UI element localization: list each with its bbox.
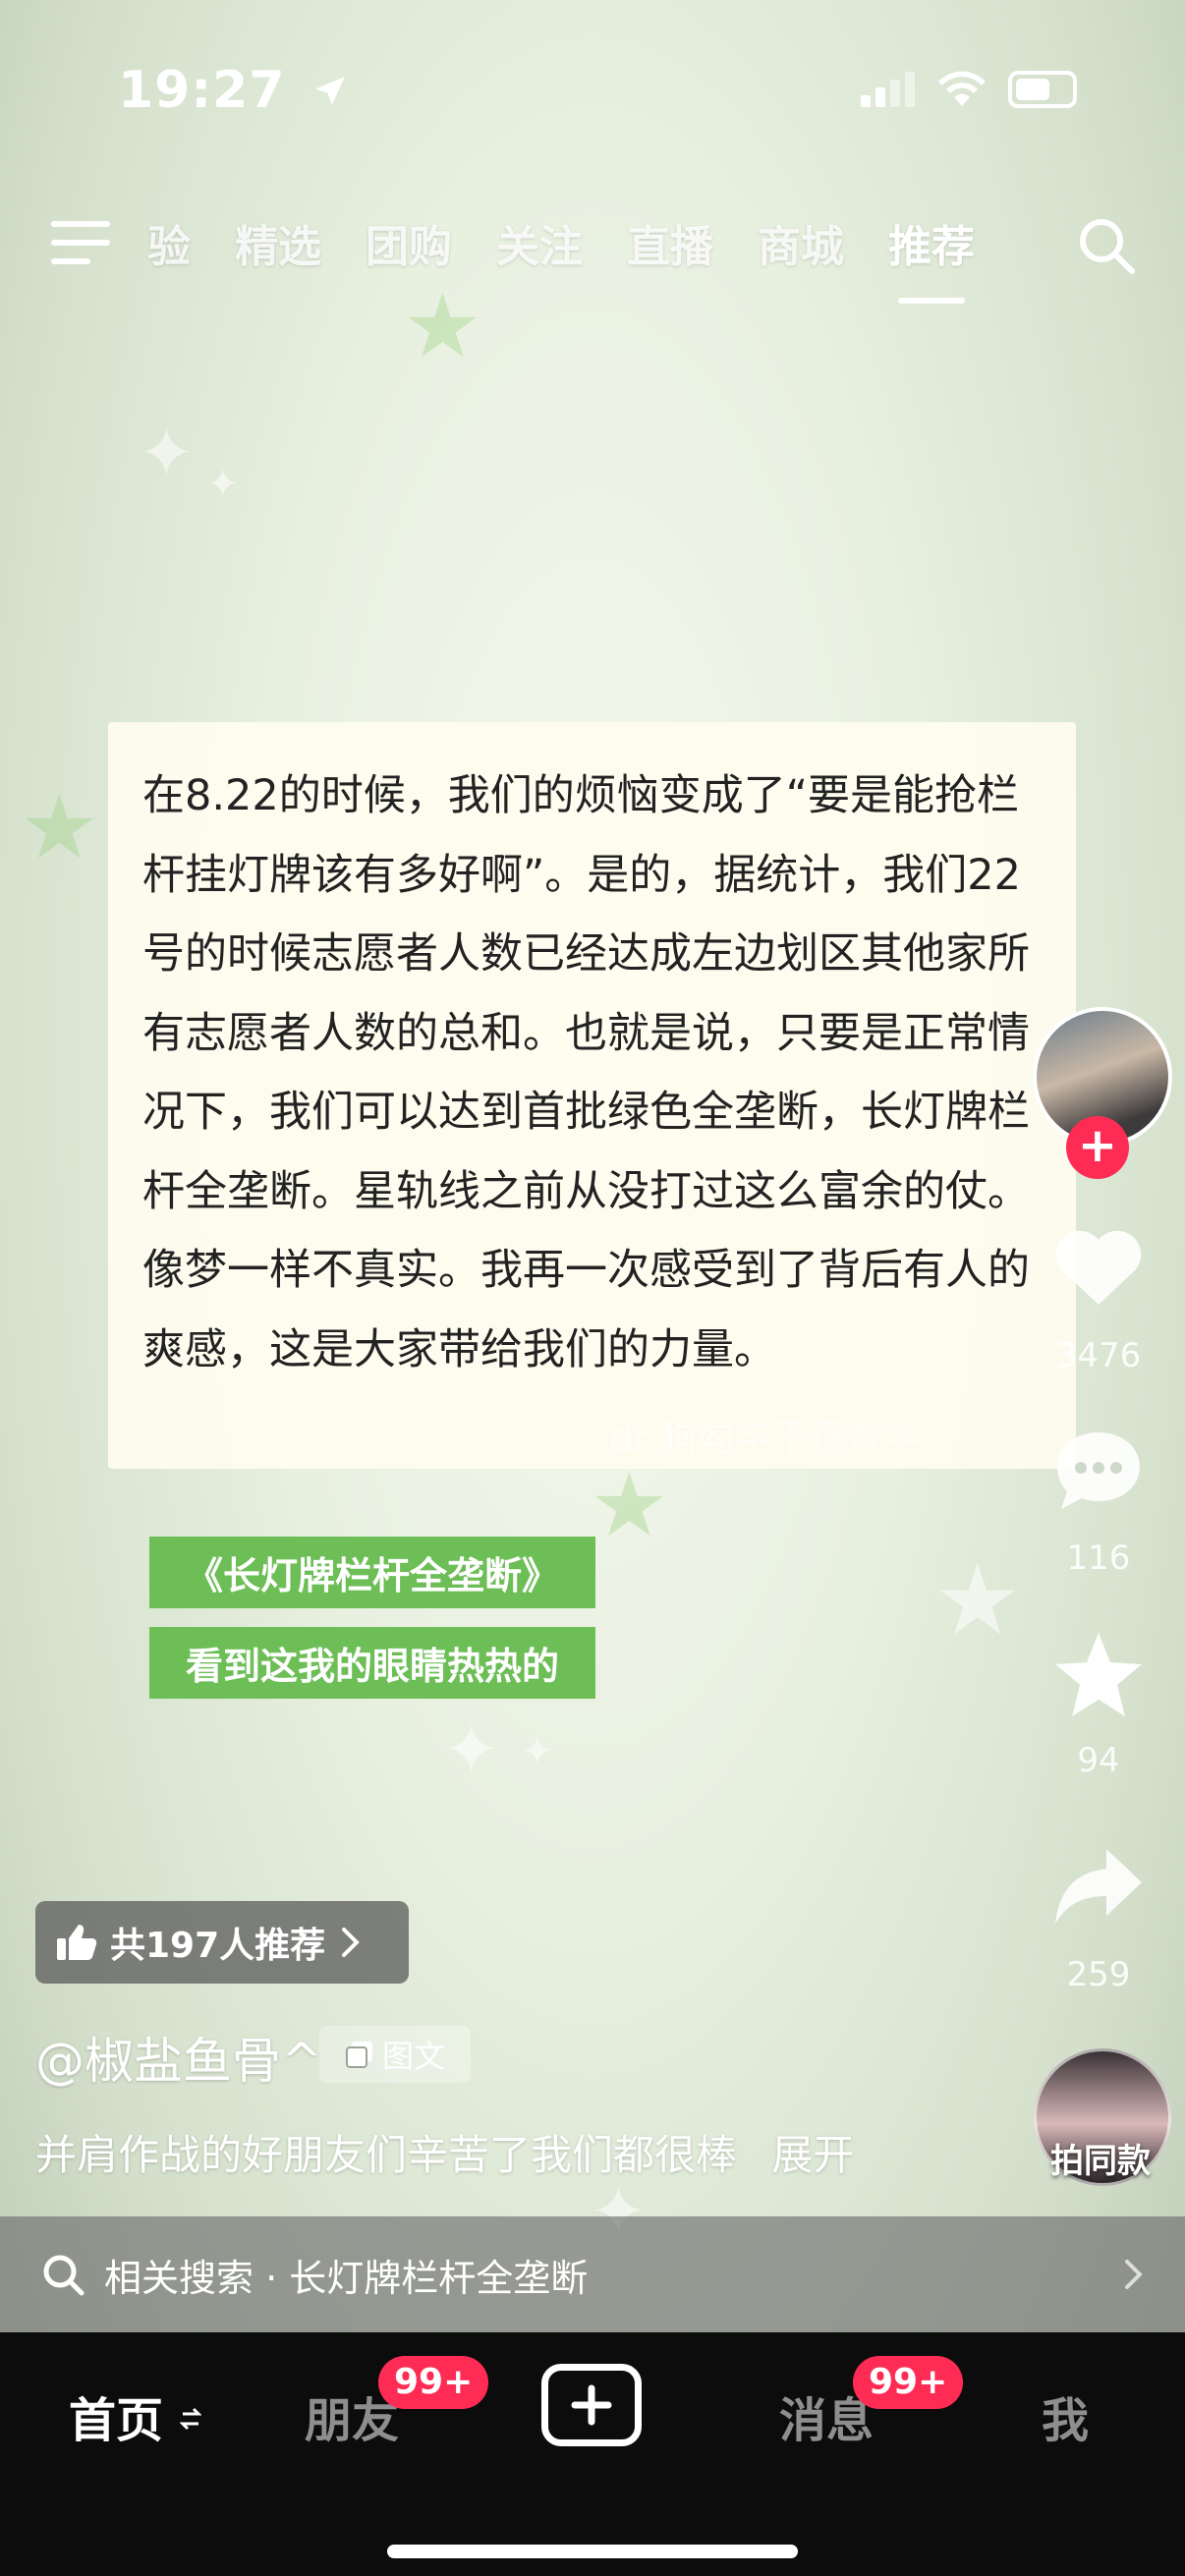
share-icon[interactable]	[1049, 1839, 1148, 1937]
highlight-tag: 《长灯牌栏杆全垄断》	[149, 1537, 595, 1608]
recommend-pill[interactable]: 共197人推荐	[35, 1901, 409, 1984]
status-icons	[861, 71, 1077, 108]
nav-home[interactable]: 首页	[69, 2381, 202, 2450]
related-search-text: 相关搜索 · 长灯牌栏杆全垄断	[104, 2256, 589, 2300]
tab-recommend[interactable]: 推荐	[888, 211, 975, 304]
favorite-count: 94	[1077, 1741, 1120, 1780]
tab-experience[interactable]: 验	[147, 211, 191, 274]
wifi-icon	[938, 71, 986, 106]
signal-icon	[861, 72, 915, 107]
star-decoration: ★	[403, 275, 482, 378]
chevron-right-icon	[342, 1928, 360, 1957]
related-search-bar[interactable]: 相关搜索 · 长灯牌栏杆全垄断	[0, 2216, 1185, 2332]
messages-badge: 99+	[853, 2356, 964, 2409]
sparkle-decoration: ✦	[138, 413, 196, 493]
chevron-right-icon	[1125, 2260, 1143, 2289]
star-decoration: ★	[20, 776, 99, 879]
sparkle-decoration: ✦	[442, 1709, 500, 1790]
share-count: 259	[1066, 1955, 1131, 1994]
images-icon	[345, 2042, 372, 2068]
create-button[interactable]	[541, 2364, 642, 2446]
tab-following[interactable]: 关注	[496, 211, 583, 274]
comment-count: 116	[1066, 1539, 1131, 1578]
nav-me[interactable]: 我	[1042, 2381, 1089, 2450]
top-nav: 验 精选 团购 关注 直播 商城 推荐	[0, 211, 1185, 304]
heart-icon[interactable]	[1049, 1218, 1148, 1316]
battery-icon	[1008, 71, 1077, 108]
post-body-text: 在8.22的时候，我们的烦恼变成了“要是能抢栏杆挂灯牌该有多好啊”。是的，据统计…	[142, 771, 1030, 1374]
location-arrow-icon	[314, 77, 345, 106]
tab-mall[interactable]: 商城	[758, 211, 844, 274]
recommend-label: 共197人推荐	[110, 1926, 326, 1966]
post-caption: 并肩作战的好朋友们辛苦了我们都很棒 展开	[35, 2131, 855, 2179]
same-style-label[interactable]: 拍同款	[1028, 2134, 1173, 2182]
home-indicator	[387, 2545, 798, 2558]
status-time: 19:27	[118, 61, 350, 120]
follow-button[interactable]: +	[1066, 1116, 1129, 1179]
like-count: 3476	[1055, 1336, 1142, 1375]
highlight-tag: 看到这我的眼睛热热的	[149, 1627, 595, 1699]
sparkle-decoration: ✦	[521, 1729, 554, 1774]
star-decoration: ★	[933, 1542, 1022, 1657]
tab-live[interactable]: 直播	[627, 211, 713, 274]
tab-group-buy[interactable]: 团购	[366, 211, 452, 274]
tab-featured[interactable]: 精选	[235, 211, 321, 274]
tab-bar: 验 精选 团购 关注 直播 商城 推荐	[147, 211, 975, 304]
author-name[interactable]: @椒盐鱼骨^	[35, 2022, 322, 2093]
friends-badge: 99+	[378, 2356, 489, 2409]
menu-icon[interactable]	[51, 221, 110, 270]
comment-icon[interactable]	[1049, 1423, 1148, 1521]
post-type-tag: 图文	[319, 2026, 471, 2083]
thumbs-up-icon	[57, 1925, 97, 1960]
star-decoration: ★	[590, 1454, 669, 1557]
plus-icon	[571, 2384, 612, 2426]
refresh-icon	[179, 2407, 202, 2431]
star-icon[interactable]	[1049, 1627, 1148, 1725]
sparkle-decoration: ✦	[206, 462, 240, 507]
search-icon[interactable]	[1077, 216, 1136, 275]
expand-link[interactable]: 展开	[771, 2131, 854, 2179]
search-icon	[43, 2255, 85, 2296]
bottom-nav: 首页 朋友 99+ 消息 99+ 我	[0, 2332, 1185, 2576]
watermark: dr 狗勾学不懂数学	[609, 1417, 922, 1460]
